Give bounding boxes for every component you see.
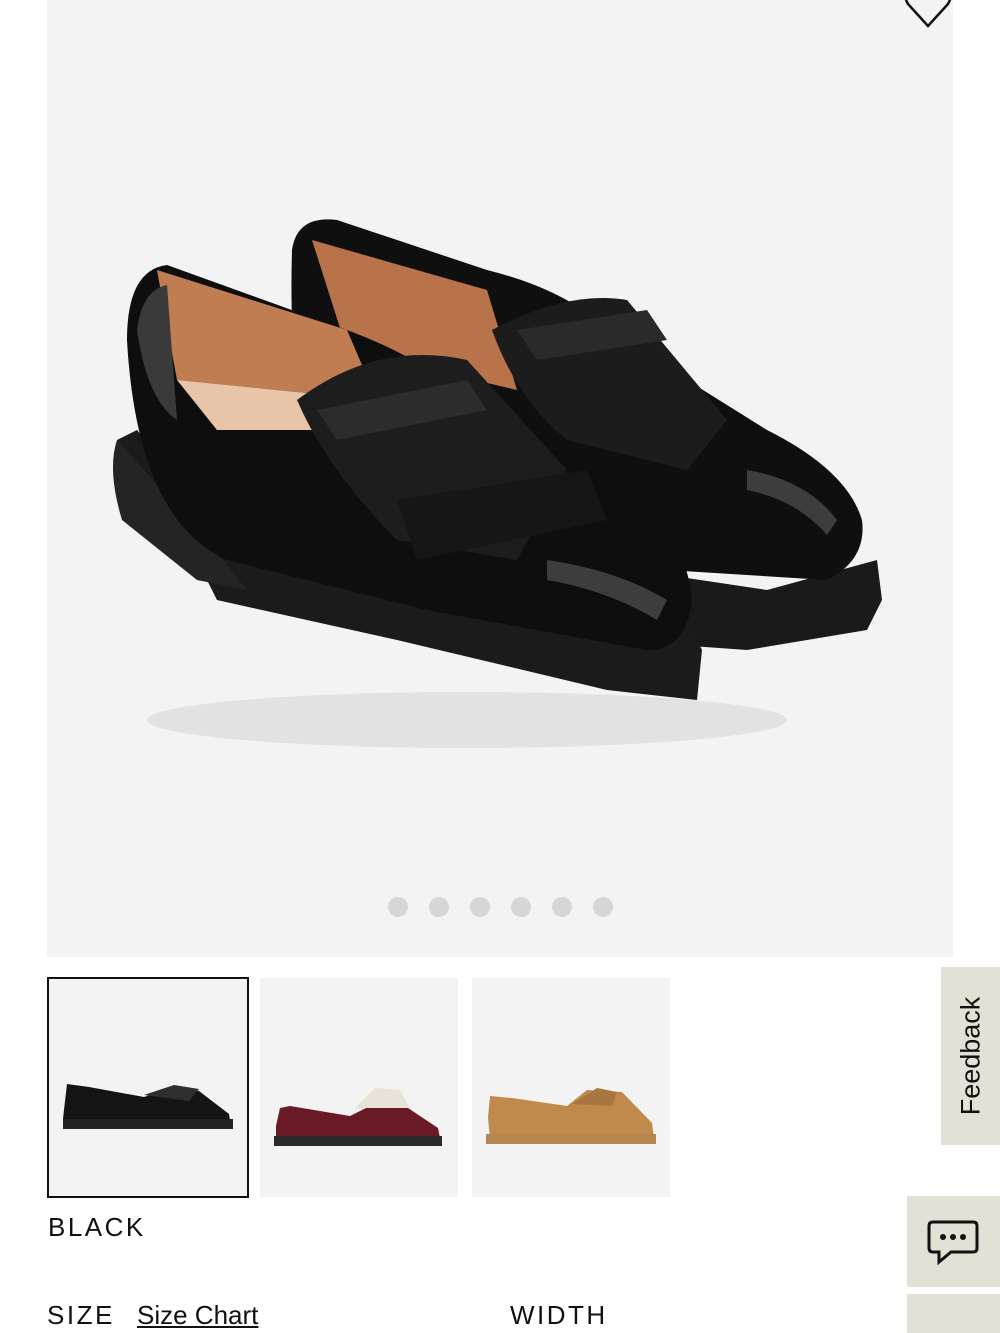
width-label: WIDTH (510, 1300, 608, 1330)
swatch-shoe-image (486, 1088, 656, 1144)
scroll-to-top-button[interactable] (907, 1294, 1000, 1333)
color-swatch-burgundy[interactable] (260, 978, 458, 1197)
color-swatch-tan[interactable] (472, 978, 670, 1197)
pagination-dot[interactable] (510, 897, 531, 917)
product-page: BLACK SIZE Size Chart WIDTH Feedback (0, 0, 1000, 1333)
swatch-shoe-image (274, 1088, 442, 1146)
swatch-shoe-image (63, 1084, 233, 1129)
feedback-tab[interactable]: Feedback (941, 967, 1000, 1145)
chat-button[interactable] (907, 1196, 1000, 1287)
image-pagination-dots (47, 897, 953, 917)
selected-color-name: BLACK (48, 1212, 146, 1242)
pagination-dot[interactable] (551, 897, 572, 917)
pagination-dot[interactable] (592, 897, 613, 917)
wishlist-heart-icon[interactable] (900, 0, 956, 34)
color-swatch-black[interactable] (47, 977, 249, 1198)
size-label: SIZE (47, 1300, 115, 1330)
product-image-gallery[interactable] (47, 0, 953, 957)
pagination-dot[interactable] (387, 897, 408, 917)
pagination-dot[interactable] (469, 897, 490, 917)
chat-bubble-icon (927, 1220, 979, 1266)
feedback-label: Feedback (955, 996, 985, 1116)
product-image (113, 219, 882, 748)
size-chart-link[interactable]: Size Chart (137, 1300, 258, 1331)
pagination-dot[interactable] (428, 897, 449, 917)
